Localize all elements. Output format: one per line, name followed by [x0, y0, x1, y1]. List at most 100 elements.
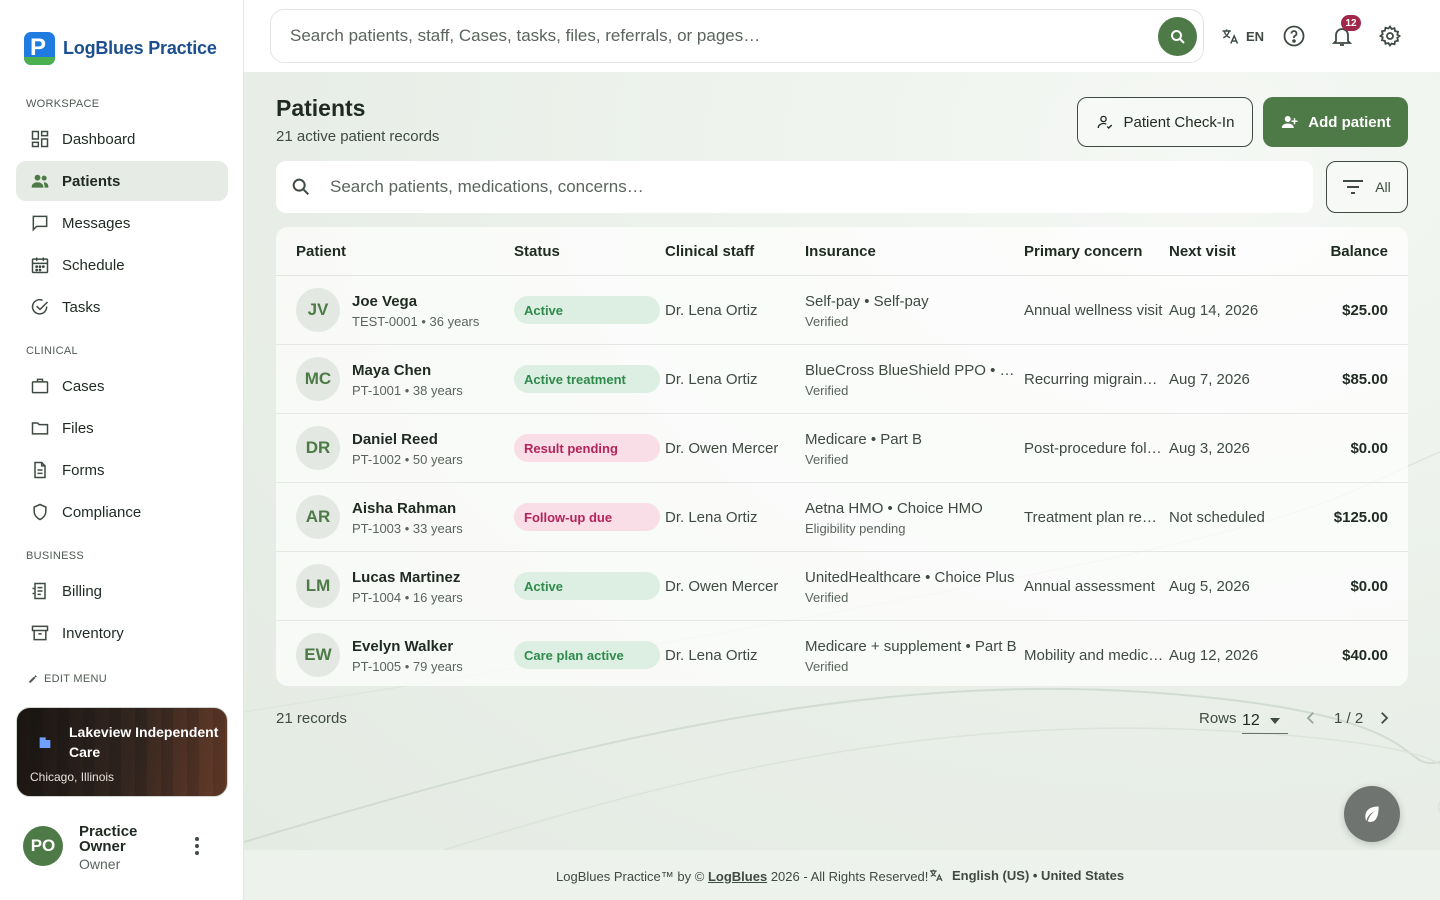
sidebar-item-patients[interactable]: Patients: [16, 161, 228, 201]
nav-section-business: BUSINESS: [26, 550, 85, 562]
language-label: EN: [1246, 28, 1265, 44]
building-icon: [39, 737, 51, 748]
search-button[interactable]: [1158, 17, 1197, 56]
avatar: PO: [23, 826, 63, 866]
column-header-primary-concern[interactable]: Primary concern: [1024, 243, 1142, 260]
user-profile[interactable]: PO Practice Owner Owner: [23, 824, 137, 872]
patient-id-age: PT-1005 • 79 years: [352, 659, 463, 674]
sidebar-item-files[interactable]: Files: [16, 408, 228, 448]
patient-name[interactable]: Aisha Rahman: [352, 500, 456, 517]
shield-icon: [33, 503, 47, 521]
search-icon: [292, 178, 310, 196]
patient-name[interactable]: Evelyn Walker: [352, 638, 453, 655]
brand[interactable]: P LogBlues Practice: [24, 32, 217, 65]
sidebar-item-forms[interactable]: Forms: [16, 450, 228, 490]
filter-button[interactable]: All: [1326, 161, 1408, 213]
user-name: Practice Owner: [79, 823, 138, 855]
status-badge: Active treatment: [514, 365, 660, 393]
column-header-status[interactable]: Status: [514, 243, 560, 260]
archive-icon: [31, 625, 49, 641]
gear-icon[interactable]: [1378, 24, 1402, 48]
status-badge: Follow-up due: [514, 503, 660, 531]
language-switcher[interactable]: EN: [1220, 26, 1264, 46]
clinical-staff: Dr. Owen Mercer: [665, 440, 779, 457]
add-patient-button[interactable]: Add patient: [1263, 97, 1408, 147]
notification-badge: 12: [1341, 15, 1361, 31]
patient-avatar: EW: [296, 633, 340, 677]
sidebar-item-inventory[interactable]: Inventory: [16, 613, 228, 653]
status-badge: Care plan active: [514, 641, 660, 669]
add-patient-label: Add patient: [1308, 113, 1391, 131]
primary-concern: Annual assessment: [1024, 578, 1155, 595]
table-row[interactable]: EW Evelyn Walker PT-1005 • 79 years Care pl…: [276, 621, 1408, 686]
table-row[interactable]: LM Lucas Martinez PT-1004 • 16 years Active…: [276, 552, 1408, 621]
rows-per-page-value: 12: [1242, 711, 1260, 729]
next-visit: Not scheduled: [1169, 509, 1265, 526]
footer-brand-link[interactable]: LogBlues: [708, 869, 767, 884]
sidebar-item-label: Billing: [62, 582, 103, 600]
table-header: Patient Status Clinical staff Insurance …: [276, 227, 1408, 276]
patient-name[interactable]: Daniel Reed: [352, 431, 438, 448]
sidebar-item-dashboard[interactable]: Dashboard: [16, 119, 228, 159]
table-row[interactable]: JV Joe Vega TEST-0001 • 36 years Active Dr. …: [276, 276, 1408, 345]
sidebar-item-label: Cases: [62, 377, 105, 395]
sidebar-item-schedule[interactable]: Schedule: [16, 245, 228, 285]
patient-id-age: PT-1002 • 50 years: [352, 452, 463, 467]
column-header-clinical-staff[interactable]: Clinical staff: [665, 243, 754, 260]
pencil-icon: [29, 675, 37, 683]
table-row[interactable]: AR Aisha Rahman PT-1003 • 33 years Follow-u…: [276, 483, 1408, 552]
brand-name: LogBlues Practice: [63, 38, 217, 58]
sidebar-item-label: Inventory: [62, 624, 124, 642]
patient-id-age: TEST-0001 • 36 years: [352, 314, 480, 329]
global-search-input[interactable]: [290, 26, 1150, 46]
table-row[interactable]: DR Daniel Reed PT-1002 • 50 years Result pe…: [276, 414, 1408, 483]
organization-card[interactable]: Lakeview Independent Care Chicago, Illin…: [16, 707, 228, 797]
patient-search-input[interactable]: [330, 177, 1280, 197]
patient-checkin-button[interactable]: Patient Check-In: [1077, 97, 1253, 147]
clinical-staff: Dr. Owen Mercer: [665, 578, 779, 595]
patient-name[interactable]: Joe Vega: [352, 293, 417, 310]
rows-per-page-select[interactable]: 12: [1242, 708, 1288, 734]
rows-per-page-label: Rows: [1199, 710, 1237, 727]
sidebar-item-tasks[interactable]: Tasks: [16, 287, 228, 327]
footer-prefix: LogBlues Practice™ by ©: [556, 869, 705, 884]
person-check-icon: [1097, 115, 1112, 129]
column-header-patient[interactable]: Patient: [296, 243, 346, 260]
patient-id-age: PT-1003 • 33 years: [352, 521, 463, 536]
calendar-icon: [31, 257, 49, 274]
global-search: [270, 9, 1204, 63]
patient-avatar: MC: [296, 357, 340, 401]
edit-menu-button[interactable]: EDIT MENU: [28, 673, 107, 685]
assistant-fab-button[interactable]: [1344, 786, 1400, 842]
patient-name[interactable]: Maya Chen: [352, 362, 431, 379]
chevron-right-icon[interactable]: [1375, 709, 1393, 727]
sidebar-item-billing[interactable]: Billing: [16, 571, 228, 611]
folder-icon: [31, 422, 49, 435]
sidebar-item-messages[interactable]: Messages: [16, 203, 228, 243]
footer-suffix: 2026 - All Rights Reserved!: [770, 869, 929, 884]
insurance-status: Verified: [805, 590, 849, 605]
column-header-insurance[interactable]: Insurance: [805, 243, 876, 260]
more-vertical-icon[interactable]: [190, 836, 204, 856]
column-header-next-visit[interactable]: Next visit: [1169, 243, 1236, 260]
clinical-staff: Dr. Lena Ortiz: [665, 509, 758, 526]
footer: LogBlues Practice™ by © LogBlues 2026 - …: [244, 850, 1440, 900]
insurance-status: Verified: [805, 383, 849, 398]
patient-id-age: PT-1001 • 38 years: [352, 383, 463, 398]
table-row[interactable]: MC Maya Chen PT-1001 • 38 years Active trea…: [276, 345, 1408, 414]
document-icon: [34, 461, 46, 479]
receipt-icon: [32, 582, 46, 600]
help-icon[interactable]: [1282, 24, 1306, 48]
footer-locale-switcher[interactable]: English (US) • United States: [928, 867, 1124, 883]
chat-icon: [32, 215, 48, 232]
column-header-balance[interactable]: Balance: [1330, 243, 1388, 260]
chevron-left-icon[interactable]: [1302, 709, 1320, 727]
patient-checkin-label: Patient Check-In: [1123, 113, 1235, 131]
main-content: Patients 21 active patient records Patie…: [244, 72, 1440, 850]
insurance-plan: Medicare + supplement • Part B: [805, 638, 1017, 655]
patient-name[interactable]: Lucas Martinez: [352, 569, 460, 586]
sidebar-item-cases[interactable]: Cases: [16, 366, 228, 406]
patient-avatar: JV: [296, 288, 340, 332]
sidebar-item-compliance[interactable]: Compliance: [16, 492, 228, 532]
insurance-plan: Aetna HMO • Choice HMO: [805, 500, 983, 517]
